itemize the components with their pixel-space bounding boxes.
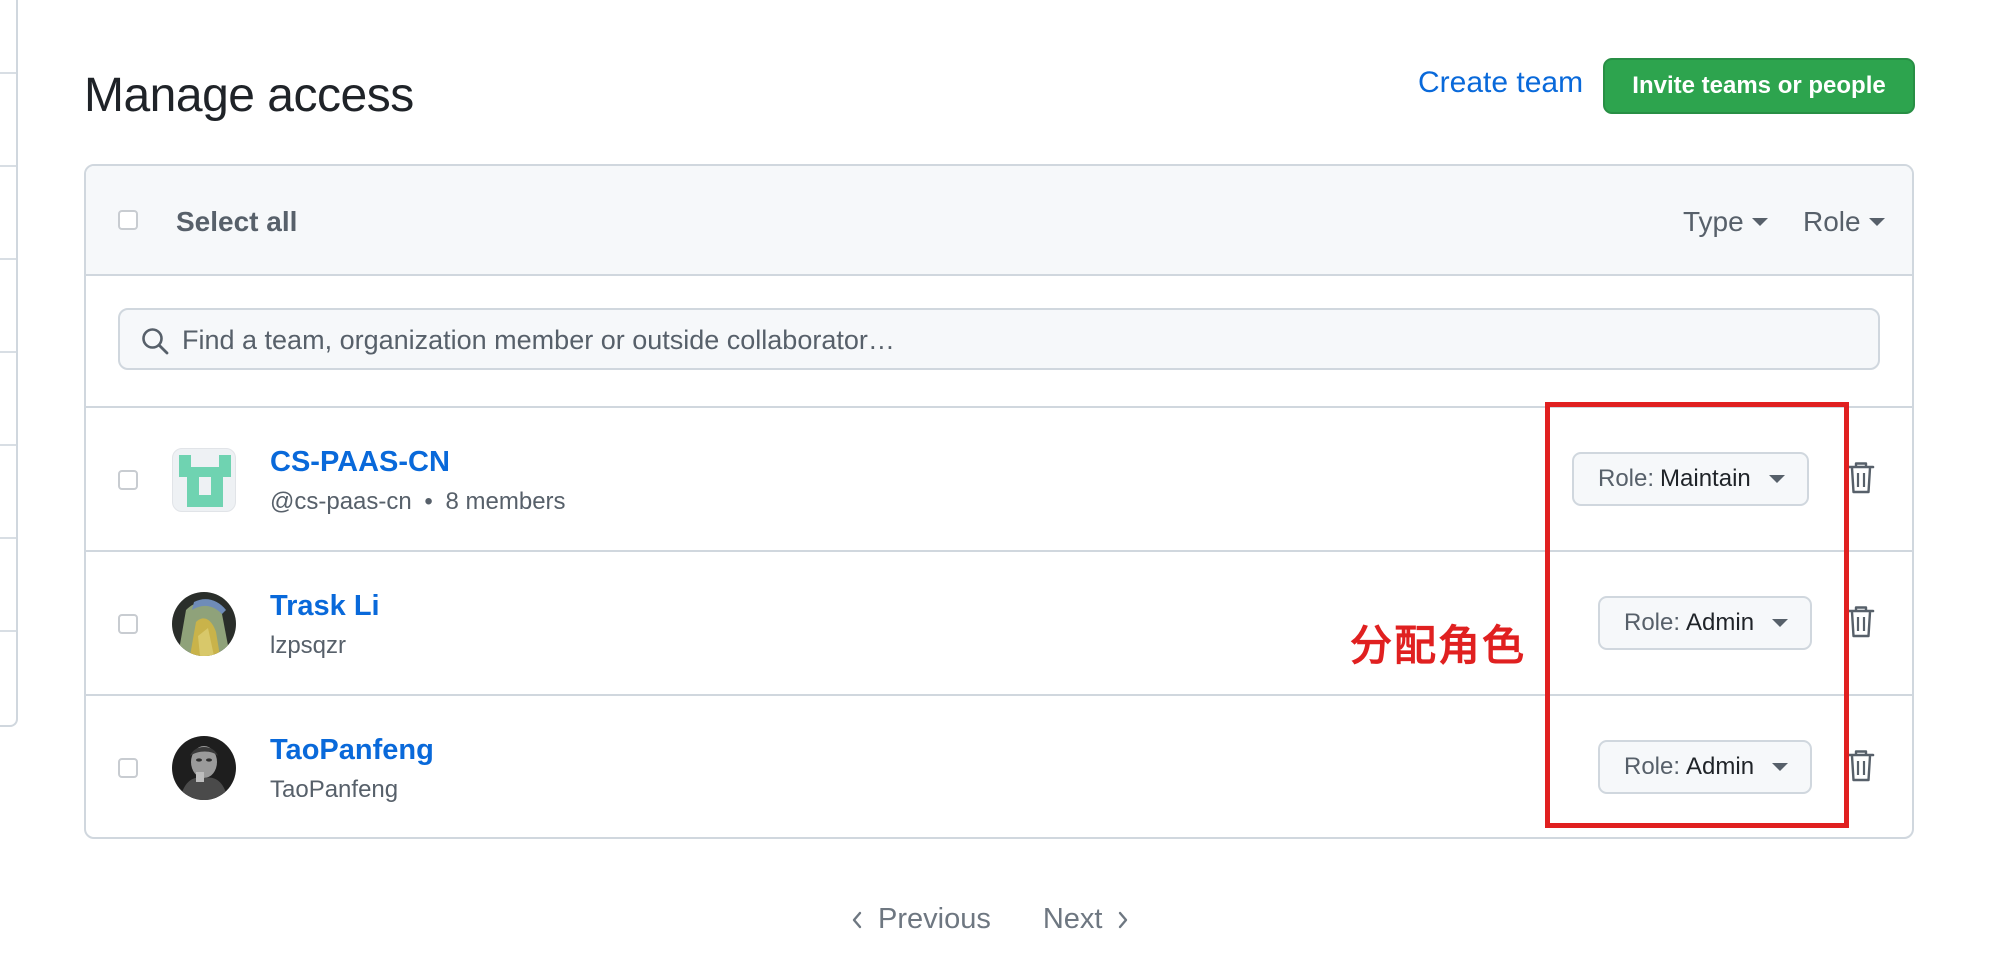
access-list-header: Select all Type Role xyxy=(86,166,1912,276)
next-label: Next xyxy=(1042,903,1103,935)
type-filter-dropdown[interactable]: Type xyxy=(1683,206,1768,238)
search-icon xyxy=(142,328,169,355)
invite-teams-or-people-button[interactable]: Invite teams or people xyxy=(1603,58,1915,114)
trash-icon[interactable] xyxy=(1847,605,1875,639)
previous-page-button[interactable]: Previous xyxy=(850,903,991,936)
annotation-label: 分配角色 xyxy=(1350,621,1527,670)
member-name-link[interactable]: TaoPanfeng xyxy=(270,734,434,767)
member-count: 8 members xyxy=(445,488,566,515)
row-checkbox[interactable] xyxy=(118,470,138,490)
create-team-link[interactable]: Create team xyxy=(1418,66,1583,100)
user-avatar-icon xyxy=(172,736,236,800)
search-input[interactable] xyxy=(180,310,1864,370)
previous-label: Previous xyxy=(878,903,991,935)
sidebar-divider xyxy=(0,537,16,539)
sidebar-edge xyxy=(0,0,18,727)
row-checkbox[interactable] xyxy=(118,614,138,634)
member-name-link[interactable]: Trask Li xyxy=(270,590,380,623)
caret-down-icon xyxy=(1868,218,1885,226)
team-identicon-icon xyxy=(179,455,231,507)
avatar xyxy=(172,736,236,800)
search-box xyxy=(118,308,1880,370)
caret-down-icon xyxy=(1751,218,1768,226)
member-name-link[interactable]: CS-PAAS-CN xyxy=(270,446,450,479)
annotation-highlight-box xyxy=(1545,402,1849,828)
member-handle: TaoPanfeng xyxy=(270,776,399,803)
sidebar-divider xyxy=(0,165,16,167)
sidebar-divider xyxy=(0,72,16,74)
page-title: Manage access xyxy=(84,69,414,122)
trash-icon[interactable] xyxy=(1847,749,1875,783)
avatar xyxy=(172,592,236,656)
type-filter-label: Type xyxy=(1683,206,1744,237)
sidebar-divider xyxy=(0,351,16,353)
chevron-right-icon xyxy=(1119,911,1128,928)
trash-icon[interactable] xyxy=(1847,461,1875,495)
bullet-separator: • xyxy=(424,488,433,515)
sidebar-divider xyxy=(0,444,16,446)
chevron-left-icon xyxy=(852,911,862,928)
next-page-button[interactable]: Next xyxy=(1043,903,1131,936)
select-all-label: Select all xyxy=(176,206,298,237)
team-handle: @cs-paas-cn xyxy=(270,488,412,515)
role-filter-label: Role xyxy=(1803,206,1861,237)
user-avatar-icon xyxy=(172,592,236,656)
team-avatar xyxy=(172,448,236,512)
member-handle: lzpsqzr xyxy=(270,632,347,659)
select-all-checkbox[interactable] xyxy=(118,210,138,230)
row-checkbox[interactable] xyxy=(118,758,138,778)
sidebar-divider xyxy=(0,258,16,260)
pagination: Previous Next xyxy=(850,903,1130,936)
member-subtitle: @cs-paas-cn • 8 members xyxy=(270,488,566,516)
role-filter-dropdown[interactable]: Role xyxy=(1803,206,1885,238)
sidebar-divider xyxy=(0,630,16,632)
